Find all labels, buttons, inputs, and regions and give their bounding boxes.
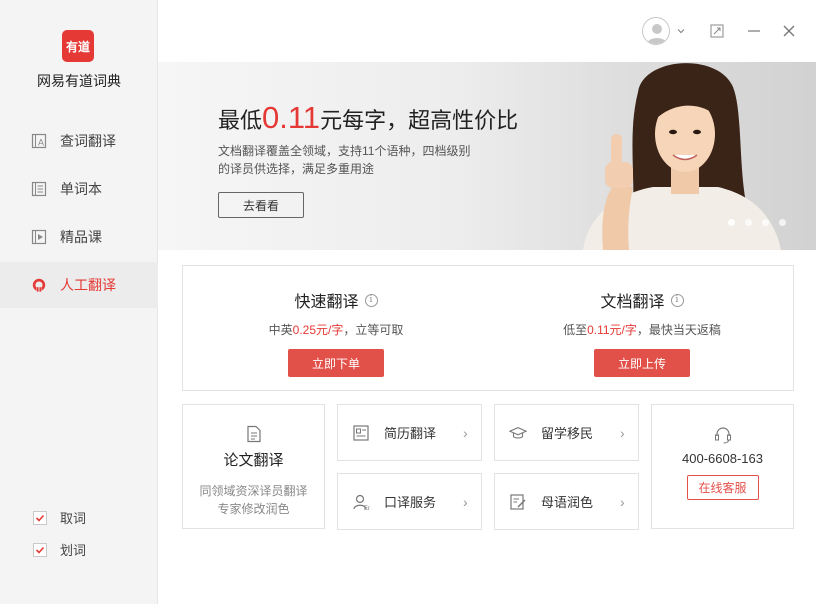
- native-polish-label: 母语润色: [541, 495, 594, 510]
- online-support-button[interactable]: 在线客服: [686, 475, 759, 500]
- account-dropdown[interactable]: [672, 22, 690, 40]
- human-translate-icon: [31, 277, 47, 293]
- banner-subtitle-line: 文档翻译覆盖全领域，支持11个语种，四档级别: [218, 144, 471, 158]
- document-translation-title: 文档翻译 i: [489, 288, 795, 312]
- minimize-button[interactable]: [745, 22, 763, 40]
- carousel-dot[interactable]: [745, 219, 752, 226]
- logo-text: 有道: [65, 39, 90, 54]
- thesis-desc: 同领域资深译员翻译 专家修改润色: [183, 482, 324, 518]
- expand-icon: [710, 24, 724, 38]
- svg-text:En: En: [364, 506, 370, 511]
- fast-translation-desc: 中英0.25元/字，立等可取: [183, 321, 489, 338]
- chevron-right-icon: ›: [463, 493, 468, 510]
- graduation-cap-icon: [509, 424, 527, 442]
- thesis-desc-line: 专家修改润色: [217, 502, 290, 516]
- chevron-right-icon: ›: [463, 424, 468, 441]
- close-icon: [783, 25, 795, 37]
- banner-title: 最低0.11元每字，超高性价比: [218, 100, 518, 136]
- banner-subtitle-line: 的译员供选择，满足多重用途: [218, 162, 375, 176]
- desc-suffix: ，最快当天返稿: [636, 323, 721, 337]
- desc-prefix: 中英: [268, 323, 293, 337]
- banner-title-price: 0.11: [262, 100, 321, 135]
- svg-text:A: A: [38, 138, 44, 148]
- desc-price: 0.11元/字: [587, 323, 637, 337]
- resume-translation-item[interactable]: 简历翻译 ›: [337, 404, 482, 461]
- promo-banner[interactable]: 最低0.11元每字，超高性价比 文档翻译覆盖全领域，支持11个语种，四档级别 的…: [158, 62, 816, 250]
- study-abroad-item[interactable]: 留学移民 ›: [494, 404, 639, 461]
- app-name: 网易有道词典: [37, 73, 121, 89]
- fast-translation-title: 快速翻译 i: [183, 288, 489, 312]
- dictionary-icon: A: [31, 133, 47, 149]
- customer-service-card: 400-6608-163 在线客服: [651, 404, 794, 529]
- sidebar-item-label: 人工翻译: [60, 277, 116, 293]
- course-icon: [31, 229, 47, 245]
- close-button[interactable]: [780, 22, 798, 40]
- minimize-icon: [748, 30, 760, 32]
- chevron-right-icon: ›: [620, 424, 625, 441]
- chevron-right-icon: ›: [620, 493, 625, 510]
- headset-icon: [713, 425, 733, 445]
- select-word-toggle[interactable]: 划词: [33, 540, 86, 559]
- sidebar: 有道 网易有道词典 A 查词翻译 单词本 精品课 人工翻译 取词 划词: [0, 0, 158, 604]
- translation-services-card: 快速翻译 i 中英0.25元/字，立等可取 立即下单 文档翻译 i 低至0.11元/…: [182, 265, 794, 391]
- wordbook-icon: [31, 181, 47, 197]
- capture-word-checkbox[interactable]: [33, 510, 47, 525]
- banner-title-suffix: 元每字，超高性价比: [320, 108, 519, 133]
- document-translation-title-text: 文档翻译: [600, 294, 665, 311]
- interpreter-icon: En: [352, 493, 370, 511]
- user-avatar[interactable]: [642, 17, 670, 45]
- banner-subtitle: 文档翻译覆盖全领域，支持11个语种，四档级别 的译员供选择，满足多重用途: [218, 142, 498, 178]
- thesis-translation-card[interactable]: 论文翻译 同领域资深译员翻译 专家修改润色: [182, 404, 325, 529]
- expand-button[interactable]: [708, 22, 726, 40]
- sidebar-item-label: 单词本: [60, 181, 102, 197]
- polish-edit-icon: [509, 493, 527, 511]
- fast-translation-title-text: 快速翻译: [294, 294, 359, 311]
- document-translation-desc: 低至0.11元/字，最快当天返稿: [489, 321, 795, 338]
- study-abroad-label: 留学移民: [541, 426, 594, 441]
- resume-translation-label: 简历翻译: [384, 426, 437, 441]
- carousel-dot[interactable]: [779, 219, 786, 226]
- info-icon[interactable]: i: [670, 293, 684, 307]
- check-icon: [35, 514, 45, 522]
- banner-view-button[interactable]: 去看看: [218, 192, 304, 218]
- fast-translation: 快速翻译 i 中英0.25元/字，立等可取 立即下单: [183, 266, 489, 390]
- sidebar-item-wordbook[interactable]: 单词本: [0, 166, 158, 212]
- interpretation-item[interactable]: En 口译服务 ›: [337, 473, 482, 530]
- desc-prefix: 低至: [563, 323, 588, 337]
- carousel-dot[interactable]: [762, 219, 769, 226]
- thesis-title: 论文翻译: [223, 452, 284, 469]
- sidebar-item-lookup[interactable]: A 查词翻译: [0, 118, 158, 164]
- order-now-button[interactable]: 立即下单: [288, 349, 384, 377]
- info-icon[interactable]: i: [364, 293, 378, 307]
- interpretation-label: 口译服务: [384, 495, 437, 510]
- sidebar-item-human-translate[interactable]: 人工翻译: [0, 262, 158, 308]
- sidebar-item-label: 精品课: [60, 229, 102, 245]
- youdao-logo: 有道: [62, 30, 94, 62]
- capture-word-toggle[interactable]: 取词: [33, 508, 86, 527]
- desc-price: 0.25元/字: [292, 323, 344, 337]
- native-polish-item[interactable]: 母语润色 ›: [494, 473, 639, 530]
- sidebar-item-label: 查词翻译: [60, 133, 116, 149]
- sidebar-item-course[interactable]: 精品课: [0, 214, 158, 260]
- check-icon: [35, 546, 45, 554]
- capture-word-label: 取词: [60, 511, 87, 526]
- chevron-down-icon: [677, 29, 685, 34]
- banner-title-prefix: 最低: [218, 108, 263, 133]
- resume-icon: [352, 424, 370, 442]
- document-icon: [245, 425, 263, 443]
- select-word-label: 划词: [60, 543, 87, 558]
- document-translation: 文档翻译 i 低至0.11元/字，最快当天返稿 立即上传: [489, 266, 795, 390]
- service-phone: 400-6608-163: [682, 451, 763, 466]
- thesis-desc-line: 同领域资深译员翻译: [199, 484, 308, 498]
- carousel-dot[interactable]: [728, 219, 735, 226]
- desc-suffix: ，立等可取: [343, 323, 404, 337]
- upload-now-button[interactable]: 立即上传: [594, 349, 690, 377]
- select-word-checkbox[interactable]: [33, 542, 47, 557]
- banner-carousel-dots: [728, 219, 786, 226]
- title-bar: [158, 0, 816, 62]
